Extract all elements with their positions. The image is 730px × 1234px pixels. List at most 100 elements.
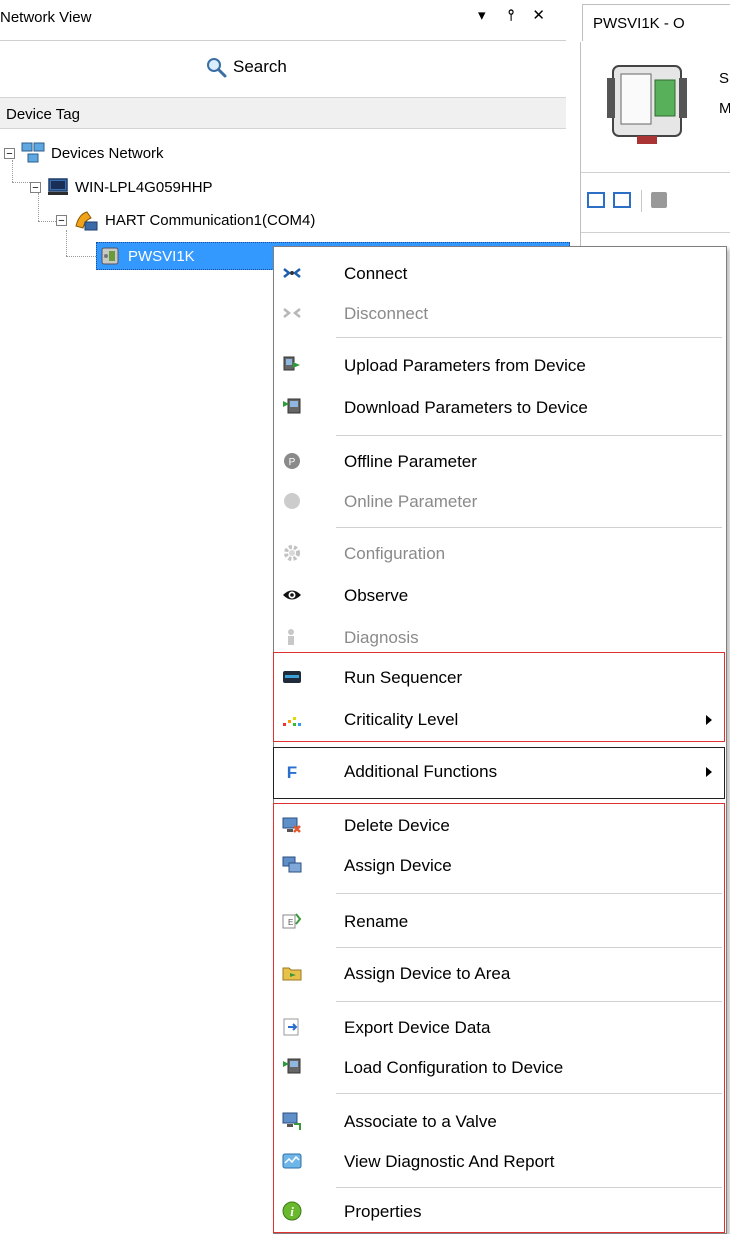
menu-item-associate-to-valve[interactable]: Associate to a Valve xyxy=(274,1103,726,1141)
menu-item-label: Disconnect xyxy=(344,304,429,323)
device-info-line1: S xyxy=(719,70,730,87)
upload-icon xyxy=(283,356,300,371)
menu-item-label: Assign Device xyxy=(344,856,452,875)
tree-item-devices-network[interactable]: − Devices Network xyxy=(4,138,164,168)
device-preview-panel: S M xyxy=(580,42,730,272)
menu-item-offline-parameter[interactable]: P Offline Parameter xyxy=(274,443,726,481)
menu-item-label: Additional Functions xyxy=(344,762,498,781)
menu-item-label: Export Device Data xyxy=(344,1018,491,1037)
menu-item-load-configuration[interactable]: Load Configuration to Device xyxy=(274,1049,726,1087)
submenu-arrow-icon xyxy=(706,715,712,725)
menu-item-label: Configuration xyxy=(344,544,446,563)
menu-item-label: Rename xyxy=(344,912,409,931)
close-icon[interactable]: ✕ xyxy=(532,7,545,24)
tab-label: PWSVI1K - O xyxy=(593,15,685,32)
tree-label: PWSVI1K xyxy=(128,247,195,265)
svg-text:E: E xyxy=(288,918,293,927)
tree-item-device-pwsvi1k[interactable]: PWSVI1K xyxy=(98,241,195,271)
menu-item-label: Delete Device xyxy=(344,816,450,835)
menu-item-run-sequencer[interactable]: Run Sequencer xyxy=(274,659,726,697)
upload-toolbar-icon[interactable] xyxy=(651,192,667,208)
menu-item-label: Offline Parameter xyxy=(344,452,477,471)
menu-item-delete-device[interactable]: Delete Device xyxy=(274,807,726,845)
online-parameter-icon xyxy=(284,493,300,509)
tree-item-hart-communication[interactable]: − HART Communication1(COM4) xyxy=(56,205,315,235)
criticality-icon xyxy=(283,717,301,726)
offline-parameter-icon: P xyxy=(284,453,300,469)
menu-item-label: View Diagnostic And Report xyxy=(344,1152,555,1171)
info-icon: i xyxy=(282,1201,302,1221)
svg-text:i: i xyxy=(290,1204,294,1219)
menu-item-label: Assign Device to Area xyxy=(344,964,511,983)
pin-icon[interactable]: ⫯ xyxy=(508,7,515,24)
collapse-icon[interactable]: − xyxy=(30,181,41,193)
diagnosis-icon xyxy=(288,629,294,645)
menu-item-online-parameter[interactable]: Online Parameter xyxy=(274,483,726,521)
rename-icon: E xyxy=(282,913,302,929)
menu-item-label: Upload Parameters from Device xyxy=(344,356,586,375)
tree-label: WIN-LPL4G059HHP xyxy=(75,178,213,196)
menu-item-properties[interactable]: i Properties xyxy=(274,1193,726,1231)
menu-item-label: Connect xyxy=(344,264,408,283)
menu-item-disconnect[interactable]: Disconnect xyxy=(274,295,726,333)
menu-item-configuration[interactable]: Configuration xyxy=(274,535,726,573)
dropdown-icon[interactable]: ▾ xyxy=(478,7,486,24)
functions-icon: F xyxy=(287,763,297,781)
menu-item-label: Run Sequencer xyxy=(344,668,463,687)
menu-item-label: Properties xyxy=(344,1202,422,1221)
context-menu: Connect Disconnect Upload Parameters fro… xyxy=(273,246,727,1234)
hart-modem-icon xyxy=(75,211,98,231)
sequencer-icon xyxy=(283,671,301,683)
eye-icon xyxy=(283,590,301,600)
search-label: Search xyxy=(233,57,287,76)
svg-text:F: F xyxy=(287,763,297,781)
menu-item-rename[interactable]: E Rename xyxy=(274,903,726,941)
layout-view-icon[interactable] xyxy=(587,192,605,208)
svg-text:P: P xyxy=(289,457,296,468)
menu-item-download-parameters[interactable]: Download Parameters to Device xyxy=(274,389,726,427)
menu-item-export-device-data[interactable]: Export Device Data xyxy=(274,1009,726,1047)
search-button[interactable]: Search xyxy=(205,56,287,78)
valve-icon xyxy=(282,1112,301,1130)
magnifier-icon xyxy=(207,58,227,78)
column-header-device-tag[interactable]: Device Tag xyxy=(0,97,566,129)
menu-item-assign-device-to-area[interactable]: Assign Device to Area xyxy=(274,955,726,993)
menu-item-connect[interactable]: Connect xyxy=(274,255,726,293)
assign-device-icon xyxy=(282,856,302,873)
collapse-icon[interactable]: − xyxy=(56,214,67,226)
menu-item-observe[interactable]: Observe xyxy=(274,577,726,615)
download-icon xyxy=(283,398,301,414)
export-icon xyxy=(283,1018,299,1036)
computer-icon xyxy=(48,178,68,195)
menu-item-label: Observe xyxy=(344,586,409,605)
submenu-arrow-icon xyxy=(706,767,712,777)
column-header-label: Device Tag xyxy=(6,106,80,123)
tree-label: HART Communication1(COM4) xyxy=(105,211,316,229)
menu-item-view-diagnostic-report[interactable]: View Diagnostic And Report xyxy=(274,1143,726,1181)
menu-item-label: Diagnosis xyxy=(344,628,419,647)
menu-item-upload-parameters[interactable]: Upload Parameters from Device xyxy=(274,347,726,385)
tree-label: Devices Network xyxy=(51,144,164,162)
report-icon xyxy=(282,1153,302,1169)
menu-item-label: Associate to a Valve xyxy=(344,1112,497,1131)
panel-title: Network View xyxy=(0,9,92,26)
disconnect-icon xyxy=(283,308,301,318)
connect-icon xyxy=(283,268,301,278)
table-view-icon[interactable] xyxy=(613,192,631,208)
menu-item-assign-device[interactable]: Assign Device xyxy=(274,847,726,885)
valve-positioner-icon xyxy=(101,247,119,265)
collapse-icon[interactable]: − xyxy=(4,147,15,159)
menu-item-criticality-level[interactable]: Criticality Level xyxy=(274,701,726,739)
device-image xyxy=(607,65,687,144)
delete-device-icon xyxy=(282,817,301,833)
menu-item-label: Online Parameter xyxy=(344,492,478,511)
tree-item-computer[interactable]: − WIN-LPL4G059HHP xyxy=(30,172,213,202)
load-config-icon xyxy=(283,1058,301,1074)
panel-controls: ▾ ⫯ ✕ xyxy=(478,6,545,24)
device-info-line2: M xyxy=(719,100,730,117)
network-icon xyxy=(21,142,45,163)
menu-item-additional-functions[interactable]: F Additional Functions xyxy=(274,753,726,791)
configuration-icon xyxy=(284,545,300,561)
tab-device-document[interactable]: PWSVI1K - O xyxy=(582,4,730,41)
folder-icon xyxy=(282,967,302,981)
